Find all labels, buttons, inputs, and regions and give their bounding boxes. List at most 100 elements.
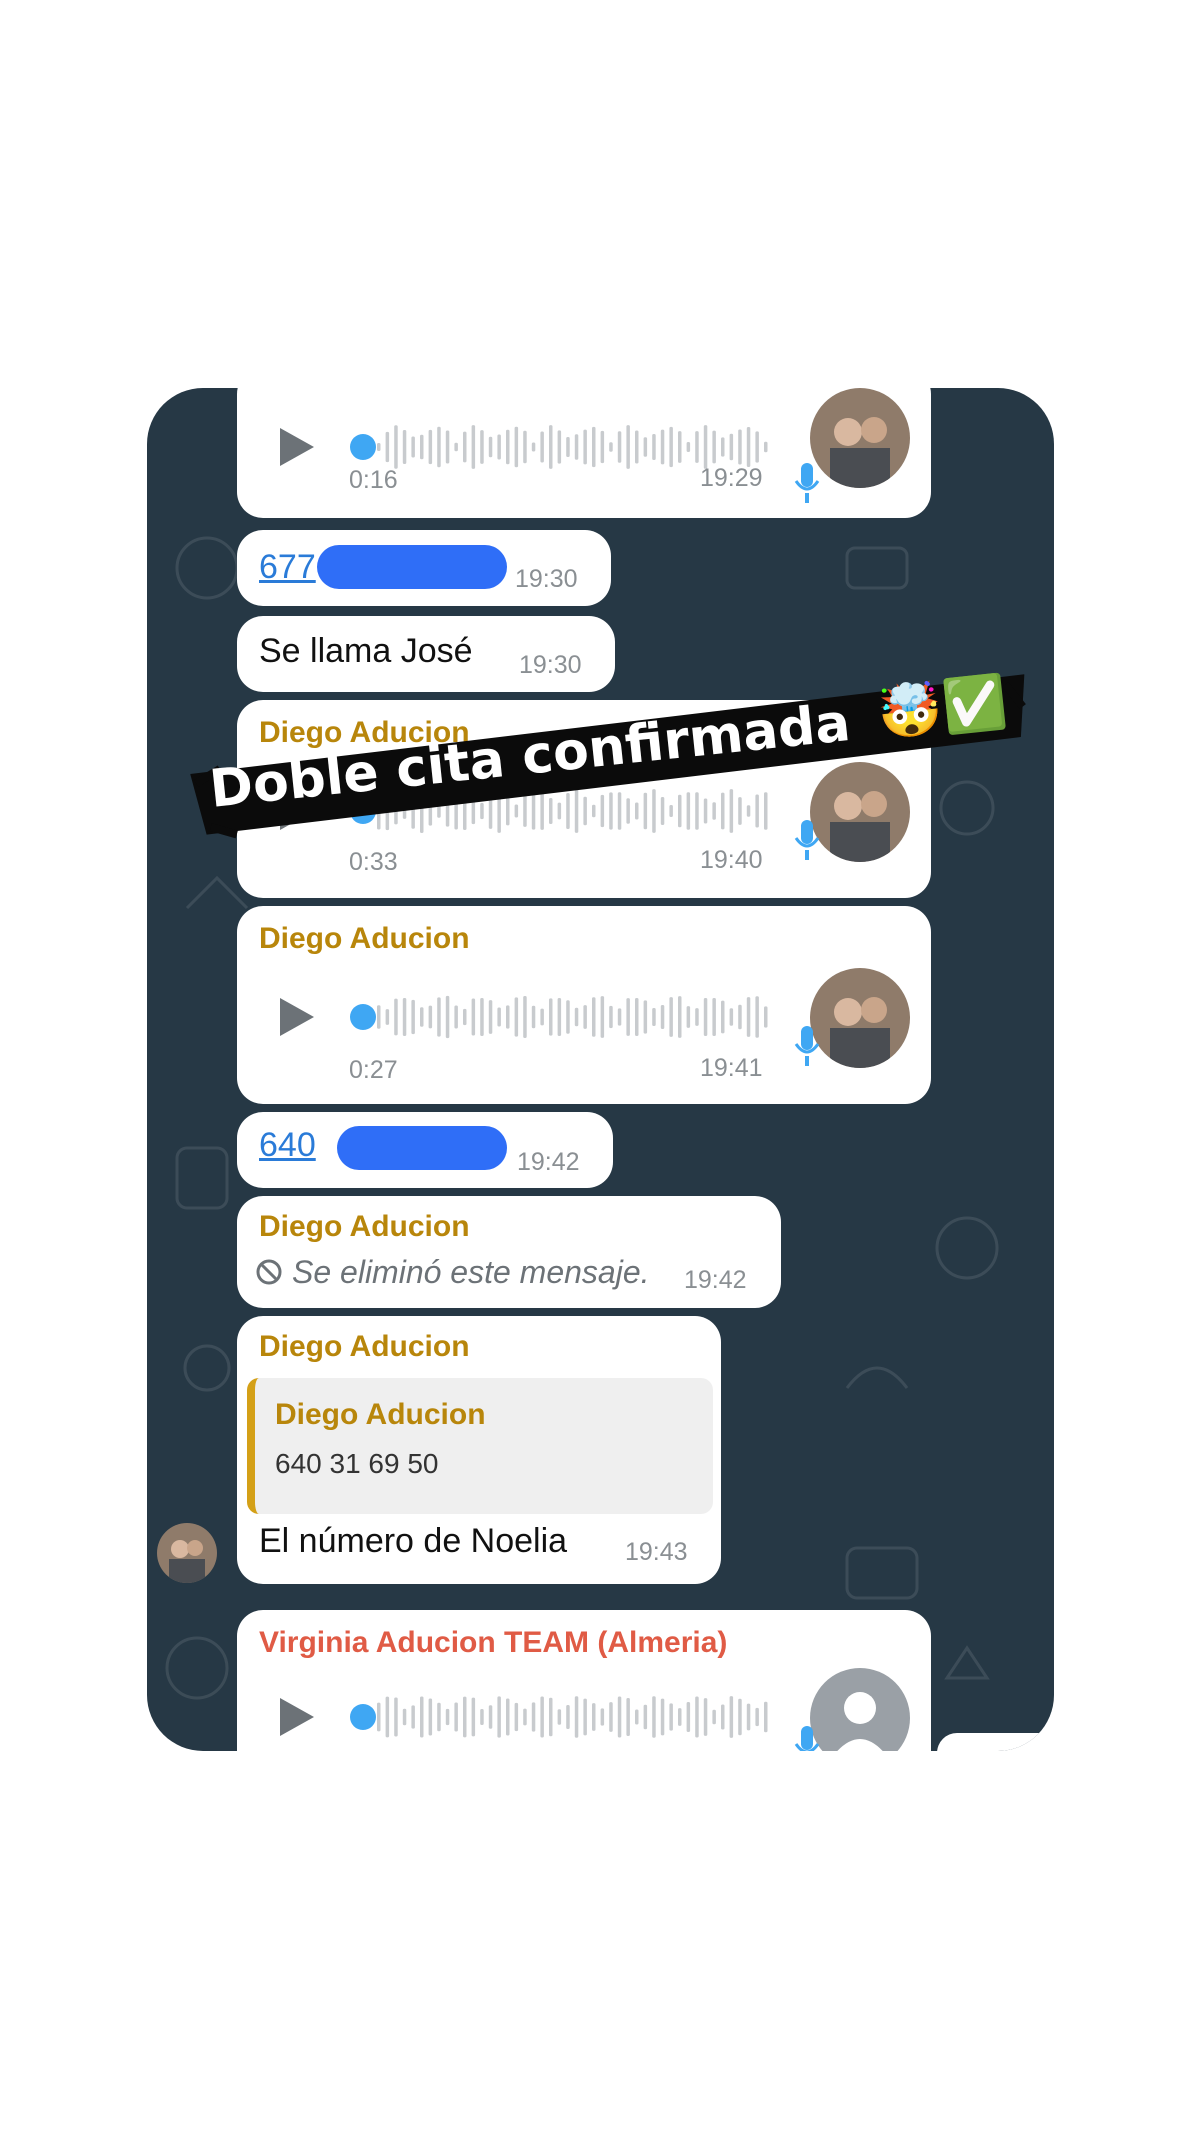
deleted-message[interactable]: Diego Aducion Se eliminó este mensaje. 1… xyxy=(237,1196,781,1308)
message-time: 19:41 xyxy=(700,1054,763,1082)
waveform-bar xyxy=(385,1696,390,1738)
phone-link[interactable]: 677 xyxy=(259,548,316,587)
redaction-scribble xyxy=(317,545,507,589)
voice-progress-dot[interactable] xyxy=(350,1704,376,1730)
waveform-bar xyxy=(721,792,725,830)
waveform-bar xyxy=(764,1006,768,1028)
phone-message[interactable]: 640 19:42 xyxy=(237,1112,613,1188)
waveform-bar xyxy=(703,798,708,824)
waveform-bar xyxy=(721,1000,725,1034)
voice-progress-dot[interactable] xyxy=(350,1004,376,1030)
waveform-bar xyxy=(712,998,716,1036)
waveform-bar xyxy=(738,1698,742,1736)
quoted-message[interactable]: Diego Aducion 640 31 69 50 xyxy=(247,1378,713,1514)
waveform-bar xyxy=(471,998,476,1036)
waveform-bar xyxy=(600,1708,605,1726)
waveform[interactable] xyxy=(377,992,777,1042)
waveform-bar xyxy=(583,429,587,465)
waveform-bar xyxy=(609,1702,613,1732)
waveform-bar xyxy=(463,1008,467,1026)
play-icon[interactable] xyxy=(280,998,314,1036)
chat-window: 0:16 19:29 677 19:30 Se llama José 19:30… xyxy=(147,388,1054,1751)
waveform-bar xyxy=(686,1701,691,1733)
waveform-bar xyxy=(583,1005,587,1029)
waveform-bar xyxy=(660,796,665,826)
waveform-bar xyxy=(660,1698,665,1736)
waveform-bar xyxy=(540,1008,544,1026)
waveform-bar xyxy=(746,997,751,1037)
microphone-icon xyxy=(794,463,820,503)
waveform-bar xyxy=(557,1709,562,1725)
reply-message[interactable]: Diego Aducion Diego Aducion 640 31 69 50… xyxy=(237,1316,721,1584)
waveform-bar xyxy=(652,434,656,460)
waveform-bar xyxy=(454,442,458,452)
waveform-bar xyxy=(540,431,544,463)
message-text: Se llama José xyxy=(259,632,473,670)
waveform-bar xyxy=(678,794,682,828)
waveform-bar xyxy=(471,1697,476,1737)
phone-message[interactable]: 677 19:30 xyxy=(237,530,611,606)
voice-duration: 0:16 xyxy=(349,466,398,494)
blocked-icon xyxy=(256,1259,282,1285)
message-time: 19:43 xyxy=(625,1538,688,1566)
message-time: 19:42 xyxy=(517,1148,580,1176)
waveform-bar xyxy=(557,998,562,1036)
waveform-bar xyxy=(445,995,450,1039)
redaction-scribble xyxy=(337,1126,507,1170)
waveform-bar xyxy=(480,1709,484,1725)
voice-message[interactable]: Diego Aducion 0:27 19:41 xyxy=(237,906,931,1104)
waveform-bar xyxy=(652,1696,656,1738)
waveform-bar xyxy=(635,430,639,464)
waveform-bar xyxy=(686,792,691,830)
voice-progress-dot[interactable] xyxy=(350,434,376,460)
message-time: 19:29 xyxy=(700,464,763,492)
waveform-bar xyxy=(420,434,424,460)
play-icon[interactable] xyxy=(280,428,314,466)
waveform-bar xyxy=(695,431,699,463)
waveform-bar xyxy=(583,1698,587,1736)
message-time: 19:30 xyxy=(515,565,578,593)
sender-name: Virginia Aducion TEAM (Almeria) xyxy=(259,1626,728,1659)
waveform-bar xyxy=(703,998,708,1036)
waveform-bar xyxy=(626,998,630,1036)
waveform-bar xyxy=(480,998,484,1036)
voice-message[interactable]: 0:16 19:29 xyxy=(237,388,931,518)
waveform-bar xyxy=(592,1703,596,1731)
waveform-bar xyxy=(566,1704,570,1730)
waveform-bar xyxy=(402,998,407,1036)
waveform-bar xyxy=(523,1708,527,1726)
waveform-bar xyxy=(506,429,510,465)
voice-duration: 0:27 xyxy=(349,1056,398,1084)
waveform-bar xyxy=(463,431,467,463)
message-time: 19:30 xyxy=(519,651,582,679)
waveform-bar xyxy=(445,1708,450,1726)
waveform-bar xyxy=(402,1708,407,1726)
waveform-bar xyxy=(428,429,433,465)
sender-name: Diego Aducion xyxy=(259,922,470,955)
play-icon[interactable] xyxy=(280,1698,314,1736)
waveform-bar xyxy=(463,1696,467,1738)
waveform-bar xyxy=(600,996,605,1038)
waveform-bar xyxy=(394,998,398,1036)
waveform-bar xyxy=(445,430,450,464)
waveform-bar xyxy=(592,997,596,1037)
waveform[interactable] xyxy=(377,1692,777,1742)
waveform-bar xyxy=(523,430,527,464)
waveform-bar xyxy=(566,1000,570,1034)
waveform-bar xyxy=(514,1702,519,1732)
waveform-bar xyxy=(600,430,605,464)
voice-message[interactable]: Virginia Aducion TEAM (Almeria) xyxy=(237,1610,931,1751)
waveform-bar xyxy=(566,436,570,458)
waveform-bar xyxy=(514,426,519,468)
waveform-bar xyxy=(394,1697,398,1737)
waveform-bar xyxy=(592,426,596,468)
phone-link[interactable]: 640 xyxy=(259,1126,316,1165)
sender-name: Diego Aducion xyxy=(259,1210,470,1243)
text-message[interactable]: Se llama José 19:30 xyxy=(237,616,615,692)
waveform-bar xyxy=(411,1705,415,1729)
waveform-bar xyxy=(695,1008,699,1026)
waveform-bar xyxy=(428,1005,433,1029)
waveform-bar xyxy=(678,1708,682,1726)
default-avatar-icon xyxy=(810,1668,910,1751)
sender-name: Diego Aducion xyxy=(259,1330,470,1363)
